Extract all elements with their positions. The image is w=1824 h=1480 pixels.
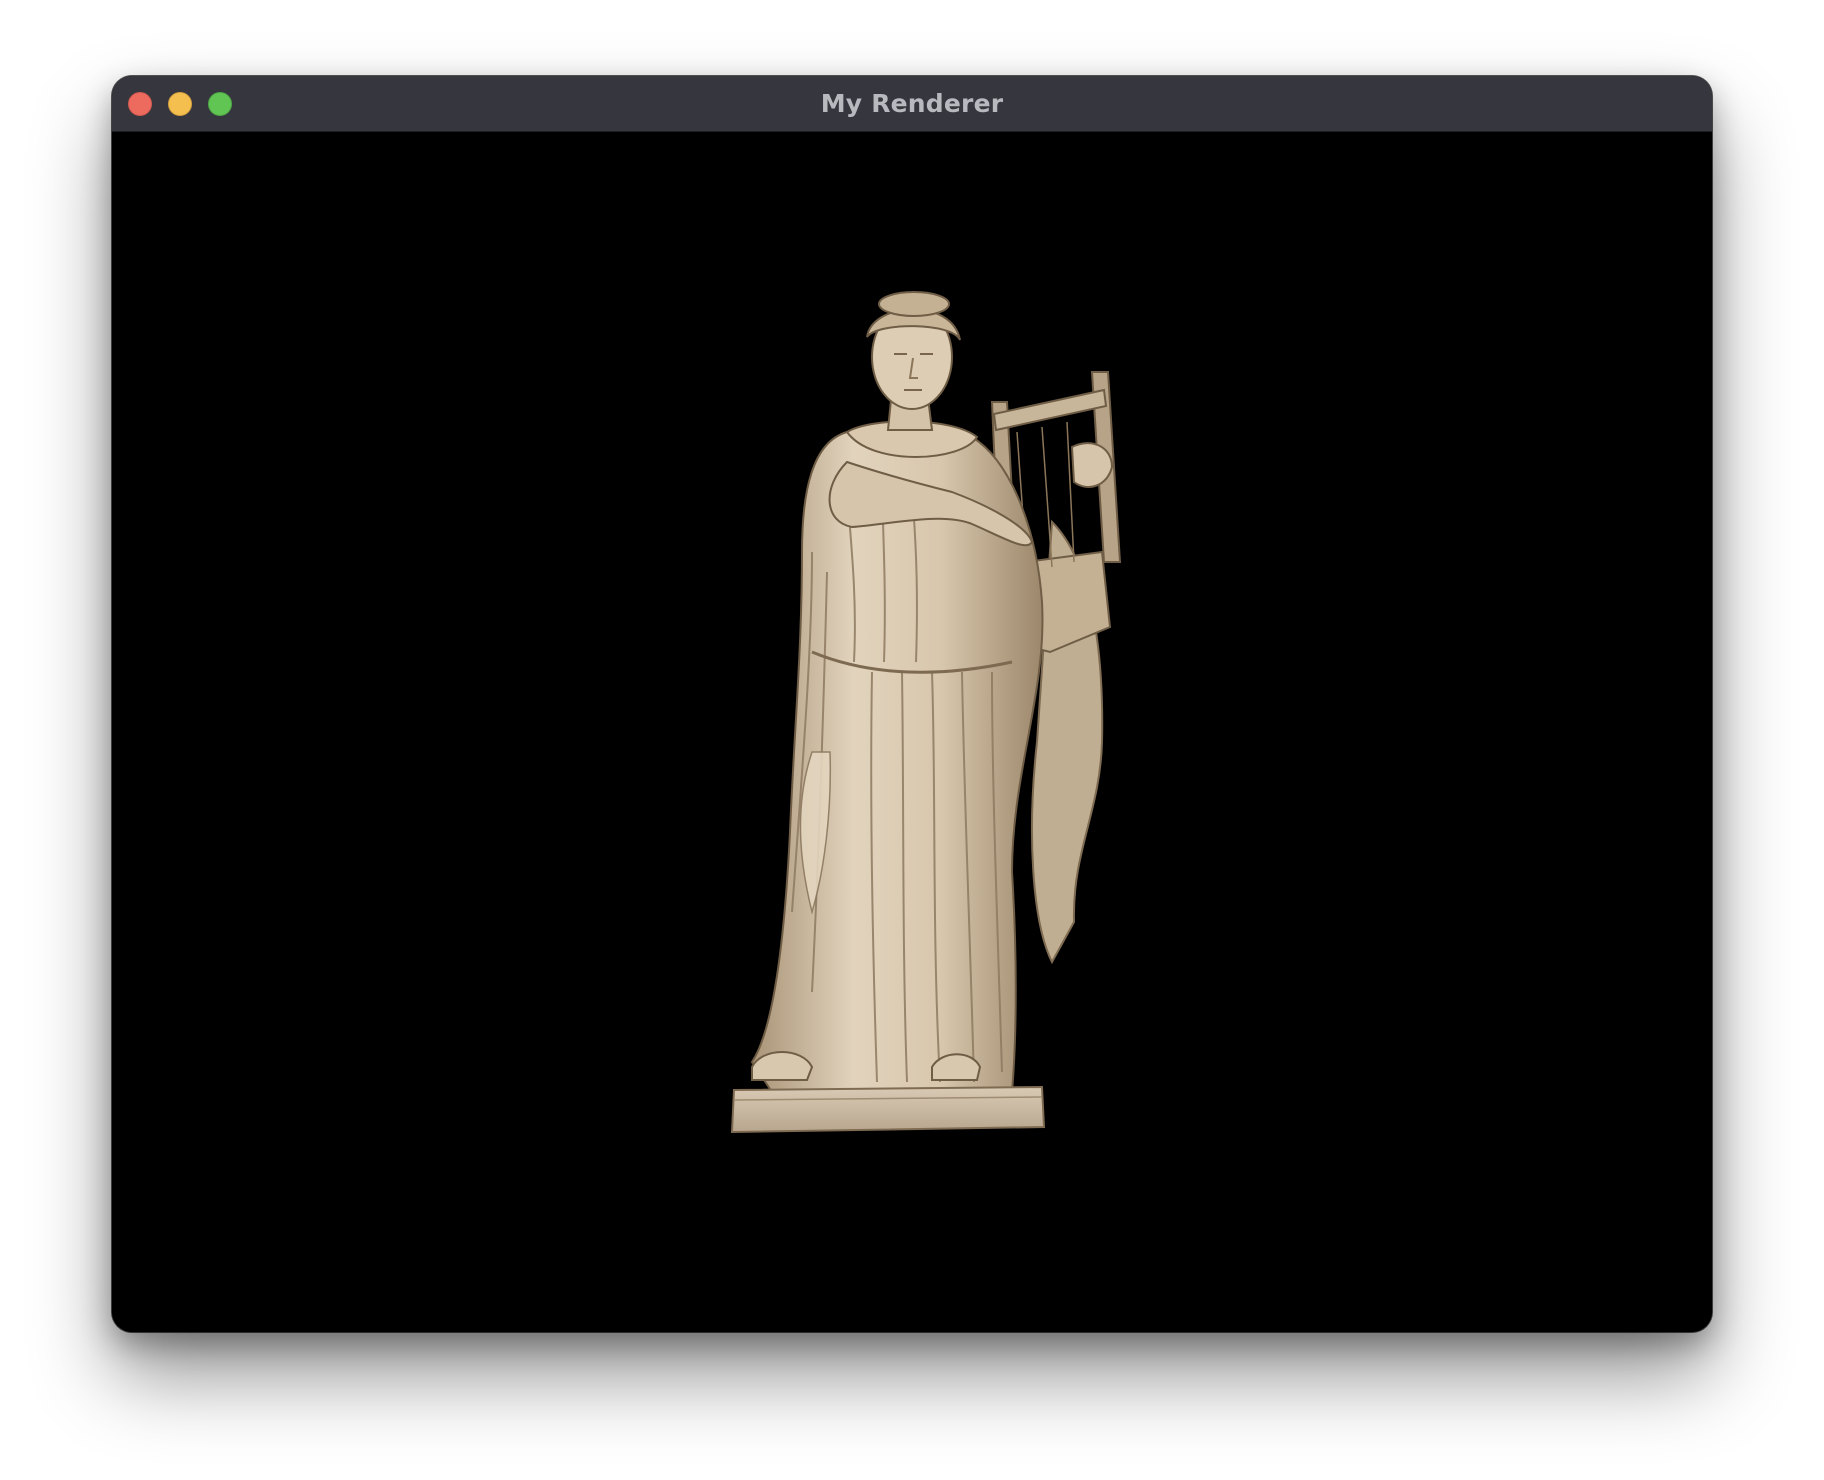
render-viewport[interactable]: [112, 132, 1712, 1332]
window-title: My Renderer: [820, 89, 1004, 118]
statue-hand-left: [1070, 442, 1114, 488]
window-titlebar[interactable]: My Renderer: [112, 76, 1712, 132]
renderer-window: My Renderer: [112, 76, 1712, 1332]
desktop: My Renderer: [0, 0, 1824, 1480]
statue-base: [730, 1085, 1046, 1134]
statue-render: [730, 291, 1122, 1134]
